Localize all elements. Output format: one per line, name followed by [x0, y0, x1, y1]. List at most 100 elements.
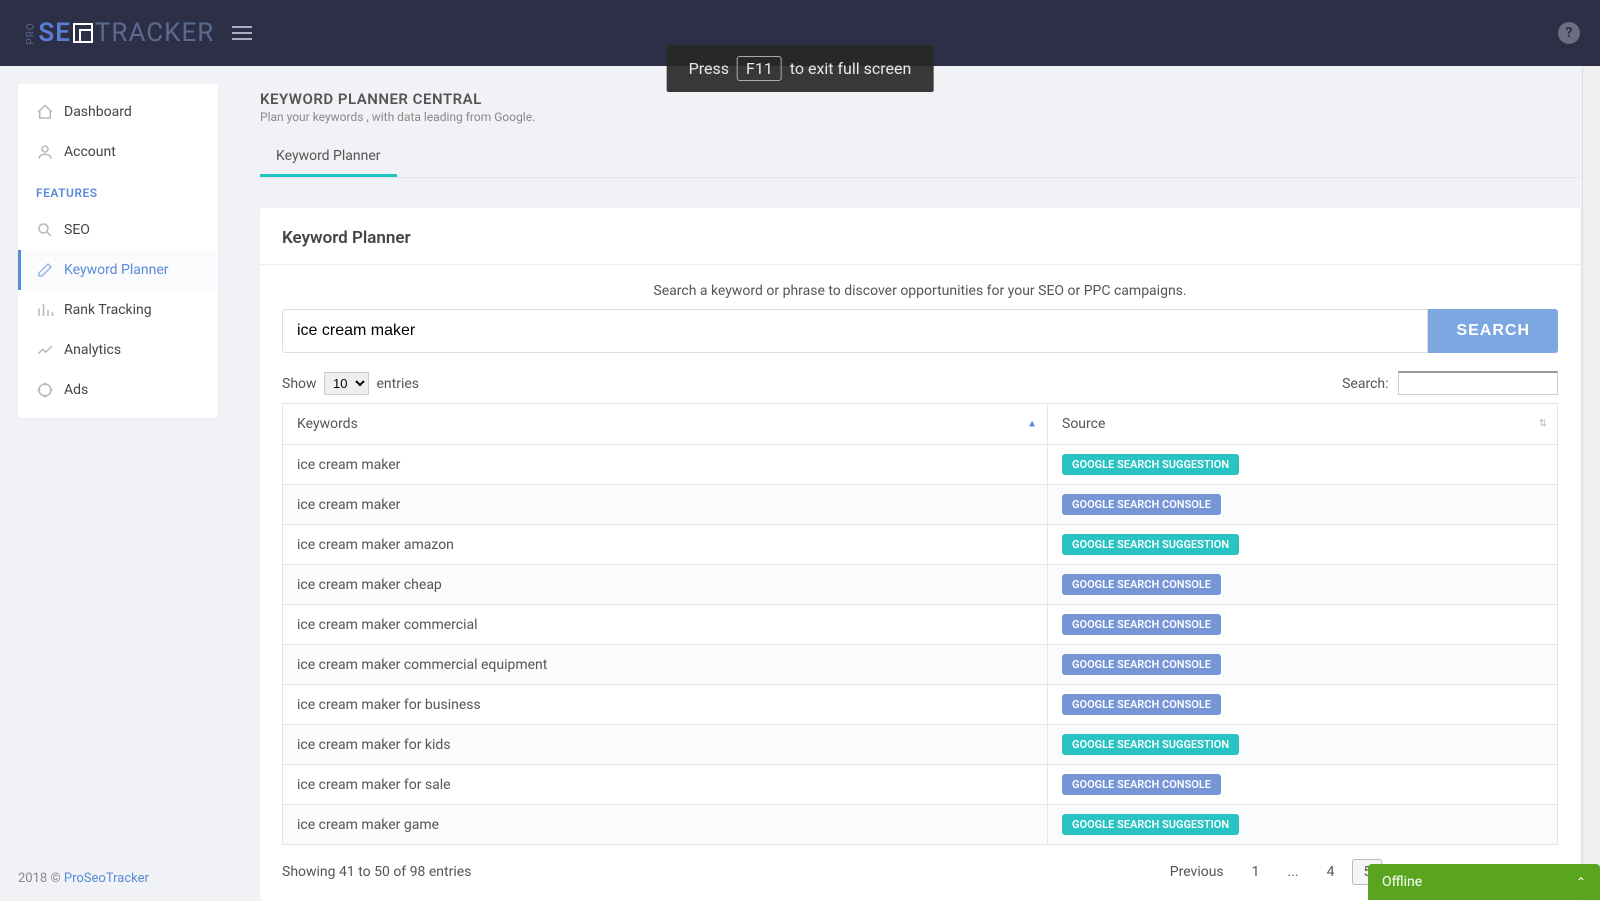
sidebar: Dashboard Account FEATURES SEO Keyword P… [18, 84, 218, 418]
page-link[interactable]: 1 [1242, 860, 1270, 884]
chart-icon [36, 341, 54, 359]
table-filter: Search: [1342, 371, 1558, 395]
tab-keyword-planner[interactable]: Keyword Planner [260, 138, 397, 177]
cell-keyword: ice cream maker commercial equipment [283, 645, 1048, 685]
cell-source: GOOGLE SEARCH CONSOLE [1048, 565, 1558, 605]
sidebar-item-analytics[interactable]: Analytics [18, 330, 218, 370]
panel-title: Keyword Planner [260, 228, 1580, 265]
keywords-table: Keywords ▲ Source ⇅ ice cream maker GOOGL… [282, 403, 1558, 845]
table-row[interactable]: ice cream maker amazon GOOGLE SEARCH SUGG… [283, 525, 1558, 565]
source-badge: GOOGLE SEARCH CONSOLE [1062, 574, 1221, 595]
entries-control: Show 10 entries [282, 372, 419, 395]
cell-source: GOOGLE SEARCH SUGGESTION [1048, 805, 1558, 845]
cell-source: GOOGLE SEARCH CONSOLE [1048, 605, 1558, 645]
page-title: KEYWORD PLANNER CENTRAL [260, 90, 1580, 108]
cell-source: GOOGLE SEARCH CONSOLE [1048, 485, 1558, 525]
source-badge: GOOGLE SEARCH CONSOLE [1062, 694, 1221, 715]
cell-source: GOOGLE SEARCH SUGGESTION [1048, 445, 1558, 485]
page-link[interactable]: Previous [1160, 860, 1234, 884]
cell-keyword: ice cream maker [283, 485, 1048, 525]
toast-pre: Press [689, 59, 729, 78]
cell-keyword: ice cream maker [283, 445, 1048, 485]
cell-keyword: ice cream maker commercial [283, 605, 1048, 645]
sidebar-item-label: Ads [64, 382, 88, 398]
source-badge: GOOGLE SEARCH SUGGESTION [1062, 814, 1239, 835]
toast-post: to exit full screen [790, 59, 912, 78]
cell-keyword: ice cream maker for kids [283, 725, 1048, 765]
sidebar-item-account[interactable]: Account [18, 132, 218, 172]
table-row[interactable]: ice cream maker GOOGLE SEARCH CONSOLE [283, 485, 1558, 525]
logo-icon [73, 23, 93, 43]
table-row[interactable]: ice cream maker commercial equipmentGOOG… [283, 645, 1558, 685]
sidebar-item-seo[interactable]: SEO [18, 210, 218, 250]
cell-source: GOOGLE SEARCH SUGGESTION [1048, 525, 1558, 565]
vertical-scrollbar[interactable]: ▲ ▼ [1582, 0, 1600, 900]
footer: 2018 © ProSeoTracker [18, 871, 149, 886]
sort-asc-icon: ▲ [1027, 419, 1037, 430]
chevron-up-icon: ⌃ [1576, 875, 1586, 889]
home-icon [36, 103, 54, 121]
cell-source: GOOGLE SEARCH CONSOLE [1048, 685, 1558, 725]
sidebar-item-label: Analytics [64, 342, 121, 358]
source-badge: GOOGLE SEARCH CONSOLE [1062, 614, 1221, 635]
target-icon [36, 381, 54, 399]
cell-keyword: ice cream maker for business [283, 685, 1048, 725]
cell-keyword: ice cream maker for sale [283, 765, 1048, 805]
table-row[interactable]: ice cream maker cheap GOOGLE SEARCH CONSO… [283, 565, 1558, 605]
tabs: Keyword Planner [260, 138, 1580, 178]
search-hint: Search a keyword or phrase to discover o… [282, 283, 1558, 299]
col-source[interactable]: Source ⇅ [1048, 404, 1558, 445]
table-row[interactable]: ice cream maker game GOOGLE SEARCH SUGGES… [283, 805, 1558, 845]
help-icon[interactable]: ? [1558, 22, 1580, 44]
table-info: Showing 41 to 50 of 98 entries [282, 864, 471, 880]
page-link[interactable]: 4 [1317, 860, 1345, 884]
menu-toggle-button[interactable] [232, 22, 252, 44]
chat-status: Offline [1382, 874, 1422, 890]
sidebar-item-ads[interactable]: Ads [18, 370, 218, 410]
logo-pro-text: PRO [26, 22, 37, 44]
app-logo[interactable]: PRO SE TRACKER [20, 18, 214, 48]
table-row[interactable]: ice cream maker commercial GOOGLE SEARCH … [283, 605, 1558, 645]
search-icon [36, 221, 54, 239]
sidebar-section-features: FEATURES [18, 172, 218, 210]
entries-select[interactable]: 10 [324, 372, 369, 395]
search-button[interactable]: SEARCH [1428, 309, 1558, 353]
col-keywords[interactable]: Keywords ▲ [283, 404, 1048, 445]
cell-keyword: ice cream maker amazon [283, 525, 1048, 565]
main-content: KEYWORD PLANNER CENTRAL Plan your keywor… [260, 90, 1580, 901]
source-badge: GOOGLE SEARCH SUGGESTION [1062, 454, 1239, 475]
table-row[interactable]: ice cream maker for business GOOGLE SEARC… [283, 685, 1558, 725]
sidebar-item-dashboard[interactable]: Dashboard [18, 92, 218, 132]
chat-widget[interactable]: Offline ⌃ [1368, 864, 1600, 900]
sidebar-item-label: Account [64, 144, 116, 160]
sidebar-item-keyword-planner[interactable]: Keyword Planner [18, 250, 218, 290]
source-badge: GOOGLE SEARCH SUGGESTION [1062, 534, 1239, 555]
keyword-search-input[interactable] [282, 309, 1428, 353]
source-badge: GOOGLE SEARCH CONSOLE [1062, 494, 1221, 515]
sidebar-item-label: Rank Tracking [64, 302, 152, 318]
cell-source: GOOGLE SEARCH CONSOLE [1048, 645, 1558, 685]
source-badge: GOOGLE SEARCH SUGGESTION [1062, 734, 1239, 755]
page-subtitle: Plan your keywords , with data leading f… [260, 110, 1580, 124]
footer-link[interactable]: ProSeoTracker [64, 871, 149, 886]
sidebar-item-label: Dashboard [64, 104, 132, 120]
table-row[interactable]: ice cream maker for saleGOOGLE SEARCH CO… [283, 765, 1558, 805]
table-filter-input[interactable] [1398, 371, 1558, 395]
edit-icon [36, 261, 54, 279]
sort-icon: ⇅ [1539, 419, 1547, 430]
cell-source: GOOGLE SEARCH CONSOLE [1048, 765, 1558, 805]
logo-tracker-text: TRACKER [95, 18, 214, 48]
cell-keyword: ice cream maker cheap [283, 565, 1048, 605]
sidebar-item-rank-tracking[interactable]: Rank Tracking [18, 290, 218, 330]
cell-source: GOOGLE SEARCH SUGGESTION [1048, 725, 1558, 765]
logo-se-text: SE [38, 18, 71, 48]
keyword-planner-panel: Keyword Planner Search a keyword or phra… [260, 208, 1580, 901]
table-row[interactable]: ice cream maker GOOGLE SEARCH SUGGESTION [283, 445, 1558, 485]
fullscreen-toast: Press F11 to exit full screen [667, 45, 934, 92]
page-link[interactable]: ... [1278, 860, 1309, 884]
bars-icon [36, 301, 54, 319]
cell-keyword: ice cream maker game [283, 805, 1048, 845]
sidebar-item-label: SEO [64, 222, 90, 238]
table-row[interactable]: ice cream maker for kids GOOGLE SEARCH SU… [283, 725, 1558, 765]
sidebar-item-label: Keyword Planner [64, 262, 169, 278]
